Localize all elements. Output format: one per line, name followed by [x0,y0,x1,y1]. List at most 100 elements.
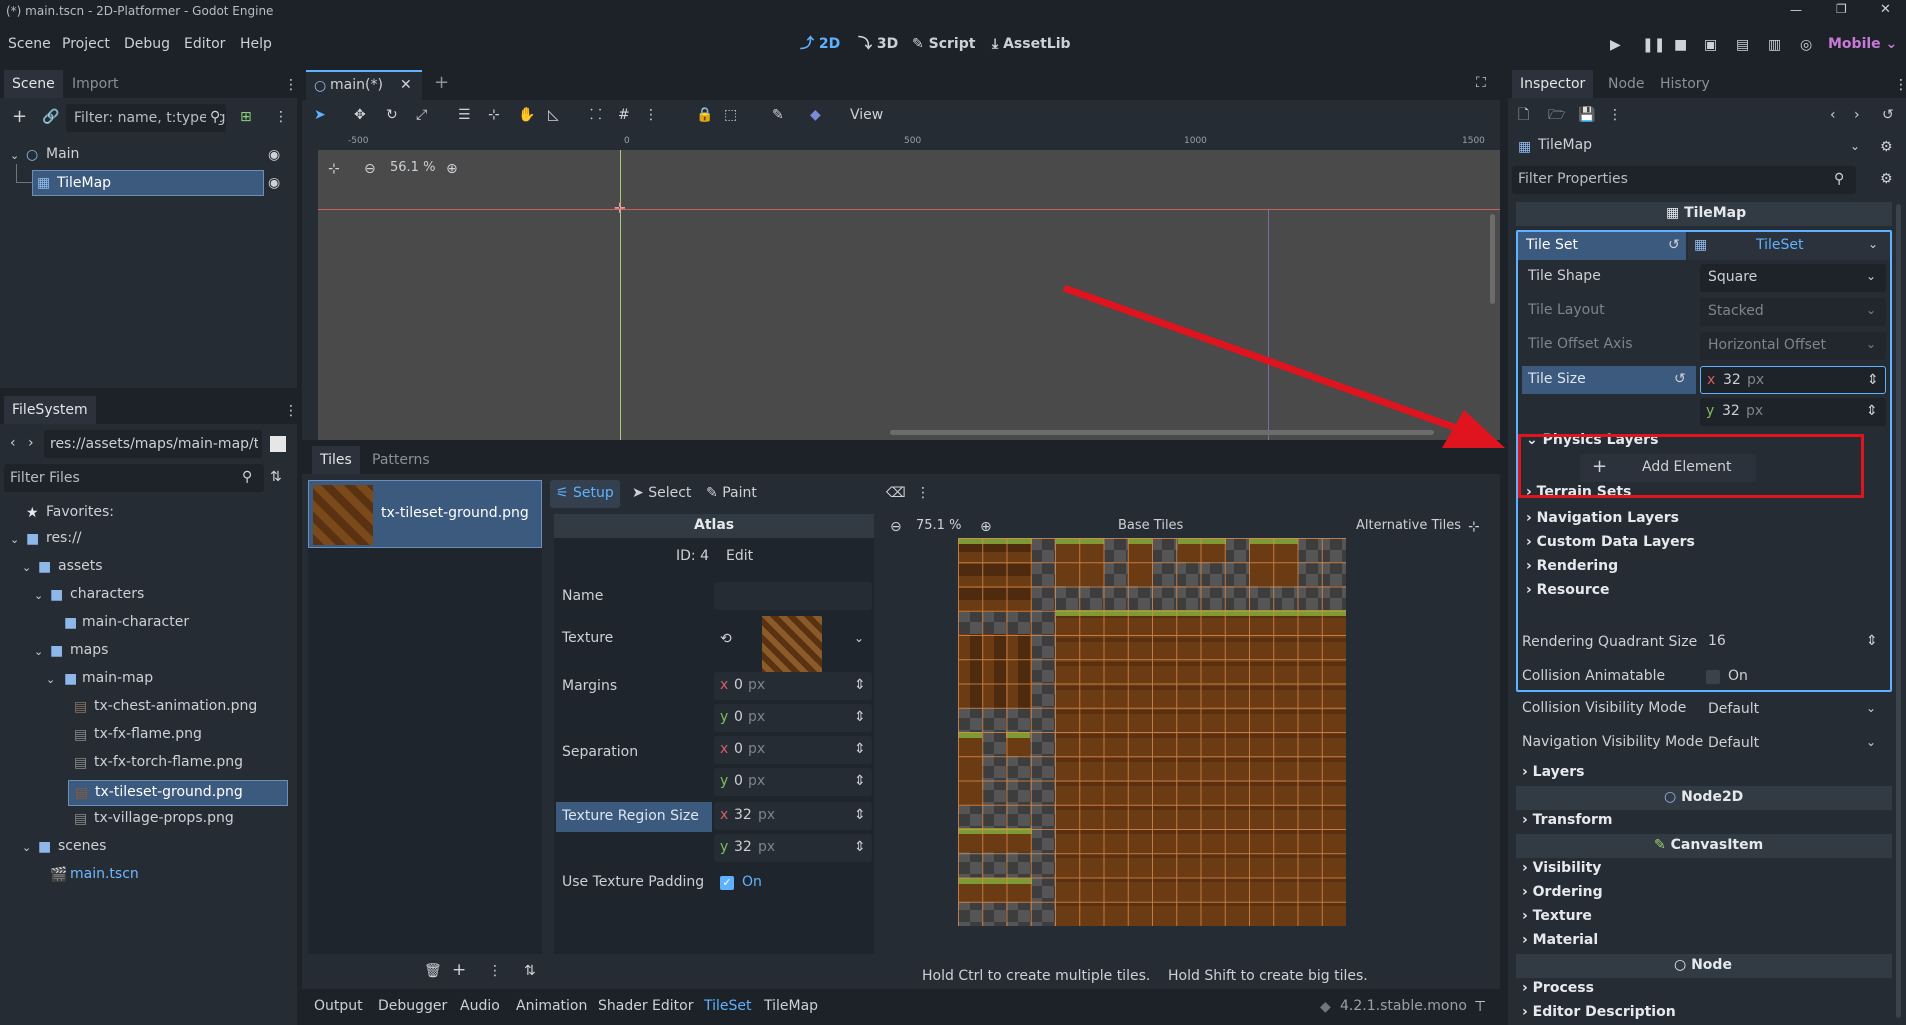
nav-vis-select[interactable]: Default ⌄ [1700,730,1886,758]
split-mode-icon[interactable] [270,436,286,452]
fs-characters[interactable]: characters [70,586,144,602]
remote-debug-icon[interactable]: ▣ [1704,38,1717,52]
zoom-reset-icon[interactable]: ⊹ [328,162,340,176]
path-field[interactable]: res://assets/maps/main-map/tx [44,430,262,458]
new-resource-icon[interactable]: 🗋 [1518,108,1529,122]
atlas-view[interactable]: ⊖ 75.1 % ⊕ Base Tiles Alternative Tiles … [882,514,1498,954]
spin-arrows-icon[interactable]: ⇕ [1867,373,1879,387]
dock-menu-icon[interactable]: ⋮ [284,78,298,92]
attach-script-icon[interactable]: ⊞ [240,110,252,124]
collision-anim-checkbox[interactable] [1706,670,1720,684]
forward-icon[interactable]: › [28,436,34,450]
history-back-icon[interactable]: ‹ [1830,108,1836,122]
tab-filesystem[interactable]: FileSystem [4,396,96,424]
zoom-out-icon[interactable]: ⊖ [890,520,902,534]
fs-res[interactable]: res:// [46,530,82,546]
add-tab-icon[interactable]: + [434,74,449,92]
filter-files-field[interactable]: Filter Files ⚲ [4,464,264,492]
minimize-icon[interactable]: — [1790,4,1802,16]
smart-snap-icon[interactable]: ⸬ [590,108,602,122]
history-forward-icon[interactable]: › [1854,108,1860,122]
panel-toggle-icon[interactable]: ⊤ [1474,1000,1486,1014]
chevron-down-icon[interactable]: ⌄ [854,632,864,644]
lock-icon[interactable]: 🔒 [696,108,713,122]
revert-icon[interactable]: ↺ [1668,238,1680,252]
tab-import[interactable]: Import [64,70,126,98]
spin-arrows-icon[interactable]: ⇕ [854,678,866,692]
layers-group[interactable]: › Layers [1522,764,1584,780]
spin-arrows-icon[interactable]: ⇕ [854,742,866,756]
pivot-icon[interactable]: ⊹ [488,108,500,122]
tab-tileset[interactable]: TileSet [704,998,752,1014]
collision-vis-select[interactable]: Default ⌄ [1700,696,1886,724]
spin-arrows-icon[interactable]: ⇕ [1866,404,1878,418]
texture-group[interactable]: › Texture [1522,908,1592,924]
tab-shader-editor[interactable]: Shader Editor [598,998,693,1014]
save-icon[interactable]: 💾 [1578,108,1595,122]
tile-size-y-field[interactable]: y 32 px ⇕ [1700,398,1886,426]
tab-inspector[interactable]: Inspector [1512,70,1594,98]
ruler-tool-icon[interactable]: ◺ [548,108,559,122]
mode-setup[interactable]: ⚟ Setup [550,480,620,508]
scene-tab-main[interactable]: ○ main(*) ✕ [306,70,422,100]
editor-description-group[interactable]: › Editor Description [1522,1004,1676,1020]
tab-animation[interactable]: Animation [516,998,587,1014]
zoom-in-icon[interactable]: ⊕ [446,162,458,176]
group-icon[interactable]: ⬚ [724,108,737,122]
pause-icon[interactable]: ❚❚ [1642,38,1665,52]
workspace-2d[interactable]: ⤴ 2D [800,36,840,52]
menu-help[interactable]: Help [240,36,272,52]
tab-debugger[interactable]: Debugger [378,998,447,1014]
select-tool-icon[interactable]: ➤ [314,108,326,122]
workspace-assetlib[interactable]: ⤓ AssetLib [992,36,1071,52]
spin-arrows-icon[interactable]: ⇕ [854,774,866,788]
mode-select[interactable]: ➤ Select [632,485,691,501]
bone-icon[interactable]: ✎ [772,108,784,122]
zoom-in-icon[interactable]: ⊕ [980,520,992,534]
scale-tool-icon[interactable]: ⤢ [416,108,427,122]
close-tab-icon[interactable]: ✕ [400,78,412,92]
padding-checkbox[interactable]: ✓ [720,876,734,890]
scene-filter-field[interactable]: Filter: name, t:type, g ⚲ [66,104,226,132]
sort-icon[interactable]: ⇅ [270,470,282,484]
add-icon[interactable]: + [452,962,466,979]
tab-tiles[interactable]: Tiles [312,446,360,474]
edit-id-button[interactable]: Edit [726,548,753,564]
close-window-icon[interactable]: ✕ [1880,3,1891,16]
filter-properties-field[interactable]: Filter Properties ⚲ [1512,166,1856,194]
atlas-source-item[interactable]: tx-tileset-ground.png [308,480,542,548]
tab-history[interactable]: History [1652,70,1718,98]
dock-menu-icon[interactable]: ⋮ [1894,78,1906,92]
camera-override-icon[interactable]: ◆ [810,108,821,122]
workspace-3d[interactable]: ⤵ 3D [858,36,898,52]
chevron-down-icon[interactable]: ⌄ [10,150,19,161]
move-tool-icon[interactable]: ✥ [354,108,366,122]
texture-preview[interactable] [762,616,822,676]
rendering-group[interactable]: › Rendering [1526,558,1618,574]
texture-reload-icon[interactable]: ⟲ [720,632,732,646]
chevron-down-icon[interactable]: ⌄ [10,534,19,545]
fs-main-map[interactable]: main-map [82,670,153,686]
material-group[interactable]: › Material [1522,932,1598,948]
add-node-icon[interactable]: + [12,108,27,126]
scene-options-icon[interactable]: ⋮ [274,110,288,124]
tab-tilemap[interactable]: TileMap [764,998,818,1014]
tile-size-x-field[interactable]: x 32 px ⇕ [1700,366,1886,394]
spin-arrows-icon[interactable]: ⇕ [854,840,866,854]
transform-group[interactable]: › Transform [1522,812,1613,828]
pan-tool-icon[interactable]: ✋ [518,108,535,122]
play-icon[interactable]: ▶ [1610,38,1621,52]
separation-y-field[interactable]: y 0 px ⇕ [714,768,872,796]
chevron-down-icon[interactable]: ⌄ [46,674,55,685]
list-select-icon[interactable]: ☰ [458,108,471,122]
fs-file[interactable]: tx-village-props.png [94,810,234,826]
visibility-eye-icon[interactable]: ◉ [268,148,280,162]
view-menu[interactable]: View [850,107,883,123]
property-settings-icon[interactable]: ⚙ [1880,172,1893,186]
margins-y-field[interactable]: y 0 px ⇕ [714,704,872,732]
instance-link-icon[interactable]: 🔗 [42,110,59,124]
fs-scenes[interactable]: scenes [58,838,106,854]
fs-file[interactable]: tx-fx-flame.png [94,726,202,742]
sort-icon[interactable]: ⇅ [524,964,536,978]
snap-options-icon[interactable]: ⋮ [644,108,658,122]
